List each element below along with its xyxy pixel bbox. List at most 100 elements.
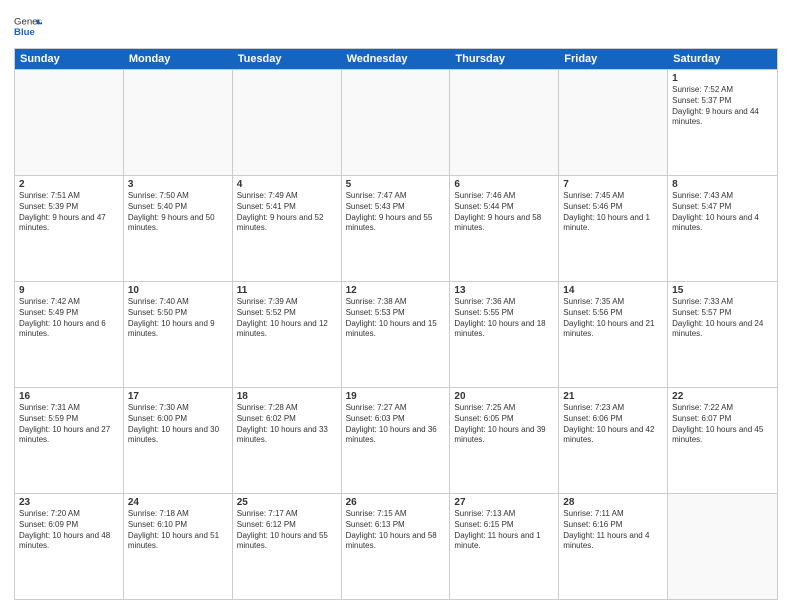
calendar-cell-1-6: 8Sunrise: 7:43 AM Sunset: 5:47 PM Daylig… bbox=[668, 176, 777, 281]
weekday-header-friday: Friday bbox=[559, 49, 668, 69]
calendar-cell-4-1: 24Sunrise: 7:18 AM Sunset: 6:10 PM Dayli… bbox=[124, 494, 233, 599]
day-number: 27 bbox=[454, 497, 554, 508]
day-number: 19 bbox=[346, 391, 446, 402]
day-info: Sunrise: 7:35 AM Sunset: 5:56 PM Dayligh… bbox=[563, 297, 663, 340]
day-number: 10 bbox=[128, 285, 228, 296]
calendar-cell-0-0 bbox=[15, 70, 124, 175]
calendar-header: SundayMondayTuesdayWednesdayThursdayFrid… bbox=[15, 49, 777, 69]
day-info: Sunrise: 7:52 AM Sunset: 5:37 PM Dayligh… bbox=[672, 85, 773, 128]
calendar-cell-2-4: 13Sunrise: 7:36 AM Sunset: 5:55 PM Dayli… bbox=[450, 282, 559, 387]
weekday-header-tuesday: Tuesday bbox=[233, 49, 342, 69]
day-number: 26 bbox=[346, 497, 446, 508]
day-info: Sunrise: 7:45 AM Sunset: 5:46 PM Dayligh… bbox=[563, 191, 663, 234]
calendar-cell-3-6: 22Sunrise: 7:22 AM Sunset: 6:07 PM Dayli… bbox=[668, 388, 777, 493]
day-info: Sunrise: 7:20 AM Sunset: 6:09 PM Dayligh… bbox=[19, 509, 119, 552]
calendar-row-2: 9Sunrise: 7:42 AM Sunset: 5:49 PM Daylig… bbox=[15, 281, 777, 387]
logo-icon: General Blue bbox=[14, 12, 42, 40]
day-info: Sunrise: 7:43 AM Sunset: 5:47 PM Dayligh… bbox=[672, 191, 773, 234]
calendar-cell-1-2: 4Sunrise: 7:49 AM Sunset: 5:41 PM Daylig… bbox=[233, 176, 342, 281]
day-number: 23 bbox=[19, 497, 119, 508]
day-number: 3 bbox=[128, 179, 228, 190]
day-number: 20 bbox=[454, 391, 554, 402]
day-info: Sunrise: 7:47 AM Sunset: 5:43 PM Dayligh… bbox=[346, 191, 446, 234]
calendar-cell-1-4: 6Sunrise: 7:46 AM Sunset: 5:44 PM Daylig… bbox=[450, 176, 559, 281]
day-info: Sunrise: 7:39 AM Sunset: 5:52 PM Dayligh… bbox=[237, 297, 337, 340]
calendar-cell-3-3: 19Sunrise: 7:27 AM Sunset: 6:03 PM Dayli… bbox=[342, 388, 451, 493]
day-info: Sunrise: 7:31 AM Sunset: 5:59 PM Dayligh… bbox=[19, 403, 119, 446]
calendar-cell-3-1: 17Sunrise: 7:30 AM Sunset: 6:00 PM Dayli… bbox=[124, 388, 233, 493]
day-info: Sunrise: 7:40 AM Sunset: 5:50 PM Dayligh… bbox=[128, 297, 228, 340]
day-number: 13 bbox=[454, 285, 554, 296]
day-number: 1 bbox=[672, 73, 773, 84]
calendar-cell-1-0: 2Sunrise: 7:51 AM Sunset: 5:39 PM Daylig… bbox=[15, 176, 124, 281]
day-info: Sunrise: 7:51 AM Sunset: 5:39 PM Dayligh… bbox=[19, 191, 119, 234]
day-number: 4 bbox=[237, 179, 337, 190]
day-info: Sunrise: 7:30 AM Sunset: 6:00 PM Dayligh… bbox=[128, 403, 228, 446]
calendar-cell-2-1: 10Sunrise: 7:40 AM Sunset: 5:50 PM Dayli… bbox=[124, 282, 233, 387]
day-number: 28 bbox=[563, 497, 663, 508]
day-number: 5 bbox=[346, 179, 446, 190]
calendar-cell-4-6 bbox=[668, 494, 777, 599]
calendar-row-4: 23Sunrise: 7:20 AM Sunset: 6:09 PM Dayli… bbox=[15, 493, 777, 599]
day-info: Sunrise: 7:33 AM Sunset: 5:57 PM Dayligh… bbox=[672, 297, 773, 340]
day-number: 2 bbox=[19, 179, 119, 190]
calendar-cell-2-2: 11Sunrise: 7:39 AM Sunset: 5:52 PM Dayli… bbox=[233, 282, 342, 387]
page: General Blue SundayMondayTuesdayWednesda… bbox=[0, 0, 792, 612]
day-info: Sunrise: 7:25 AM Sunset: 6:05 PM Dayligh… bbox=[454, 403, 554, 446]
day-number: 8 bbox=[672, 179, 773, 190]
day-number: 11 bbox=[237, 285, 337, 296]
calendar-cell-4-5: 28Sunrise: 7:11 AM Sunset: 6:16 PM Dayli… bbox=[559, 494, 668, 599]
day-number: 24 bbox=[128, 497, 228, 508]
calendar-cell-4-0: 23Sunrise: 7:20 AM Sunset: 6:09 PM Dayli… bbox=[15, 494, 124, 599]
calendar-cell-2-6: 15Sunrise: 7:33 AM Sunset: 5:57 PM Dayli… bbox=[668, 282, 777, 387]
weekday-header-sunday: Sunday bbox=[15, 49, 124, 69]
day-info: Sunrise: 7:22 AM Sunset: 6:07 PM Dayligh… bbox=[672, 403, 773, 446]
day-info: Sunrise: 7:42 AM Sunset: 5:49 PM Dayligh… bbox=[19, 297, 119, 340]
day-info: Sunrise: 7:38 AM Sunset: 5:53 PM Dayligh… bbox=[346, 297, 446, 340]
day-number: 6 bbox=[454, 179, 554, 190]
calendar-cell-3-4: 20Sunrise: 7:25 AM Sunset: 6:05 PM Dayli… bbox=[450, 388, 559, 493]
calendar-cell-3-0: 16Sunrise: 7:31 AM Sunset: 5:59 PM Dayli… bbox=[15, 388, 124, 493]
day-number: 17 bbox=[128, 391, 228, 402]
calendar-cell-4-4: 27Sunrise: 7:13 AM Sunset: 6:15 PM Dayli… bbox=[450, 494, 559, 599]
calendar-cell-0-5 bbox=[559, 70, 668, 175]
calendar-cell-4-2: 25Sunrise: 7:17 AM Sunset: 6:12 PM Dayli… bbox=[233, 494, 342, 599]
day-info: Sunrise: 7:36 AM Sunset: 5:55 PM Dayligh… bbox=[454, 297, 554, 340]
logo: General Blue bbox=[14, 12, 42, 40]
calendar-cell-2-3: 12Sunrise: 7:38 AM Sunset: 5:53 PM Dayli… bbox=[342, 282, 451, 387]
weekday-header-thursday: Thursday bbox=[450, 49, 559, 69]
calendar-cell-0-4 bbox=[450, 70, 559, 175]
day-info: Sunrise: 7:15 AM Sunset: 6:13 PM Dayligh… bbox=[346, 509, 446, 552]
day-number: 9 bbox=[19, 285, 119, 296]
day-info: Sunrise: 7:46 AM Sunset: 5:44 PM Dayligh… bbox=[454, 191, 554, 234]
day-info: Sunrise: 7:13 AM Sunset: 6:15 PM Dayligh… bbox=[454, 509, 554, 552]
calendar: SundayMondayTuesdayWednesdayThursdayFrid… bbox=[14, 48, 778, 600]
calendar-cell-1-1: 3Sunrise: 7:50 AM Sunset: 5:40 PM Daylig… bbox=[124, 176, 233, 281]
day-number: 7 bbox=[563, 179, 663, 190]
day-number: 18 bbox=[237, 391, 337, 402]
weekday-header-monday: Monday bbox=[124, 49, 233, 69]
calendar-cell-1-5: 7Sunrise: 7:45 AM Sunset: 5:46 PM Daylig… bbox=[559, 176, 668, 281]
calendar-row-0: 1Sunrise: 7:52 AM Sunset: 5:37 PM Daylig… bbox=[15, 69, 777, 175]
day-info: Sunrise: 7:23 AM Sunset: 6:06 PM Dayligh… bbox=[563, 403, 663, 446]
day-info: Sunrise: 7:28 AM Sunset: 6:02 PM Dayligh… bbox=[237, 403, 337, 446]
day-info: Sunrise: 7:27 AM Sunset: 6:03 PM Dayligh… bbox=[346, 403, 446, 446]
day-number: 25 bbox=[237, 497, 337, 508]
calendar-cell-3-2: 18Sunrise: 7:28 AM Sunset: 6:02 PM Dayli… bbox=[233, 388, 342, 493]
calendar-cell-4-3: 26Sunrise: 7:15 AM Sunset: 6:13 PM Dayli… bbox=[342, 494, 451, 599]
day-info: Sunrise: 7:49 AM Sunset: 5:41 PM Dayligh… bbox=[237, 191, 337, 234]
calendar-cell-0-6: 1Sunrise: 7:52 AM Sunset: 5:37 PM Daylig… bbox=[668, 70, 777, 175]
day-number: 15 bbox=[672, 285, 773, 296]
day-info: Sunrise: 7:18 AM Sunset: 6:10 PM Dayligh… bbox=[128, 509, 228, 552]
day-number: 12 bbox=[346, 285, 446, 296]
calendar-cell-0-3 bbox=[342, 70, 451, 175]
day-number: 14 bbox=[563, 285, 663, 296]
day-info: Sunrise: 7:17 AM Sunset: 6:12 PM Dayligh… bbox=[237, 509, 337, 552]
calendar-row-3: 16Sunrise: 7:31 AM Sunset: 5:59 PM Dayli… bbox=[15, 387, 777, 493]
calendar-body: 1Sunrise: 7:52 AM Sunset: 5:37 PM Daylig… bbox=[15, 69, 777, 599]
day-info: Sunrise: 7:50 AM Sunset: 5:40 PM Dayligh… bbox=[128, 191, 228, 234]
header: General Blue bbox=[14, 12, 778, 40]
weekday-header-saturday: Saturday bbox=[668, 49, 777, 69]
calendar-cell-0-2 bbox=[233, 70, 342, 175]
day-info: Sunrise: 7:11 AM Sunset: 6:16 PM Dayligh… bbox=[563, 509, 663, 552]
